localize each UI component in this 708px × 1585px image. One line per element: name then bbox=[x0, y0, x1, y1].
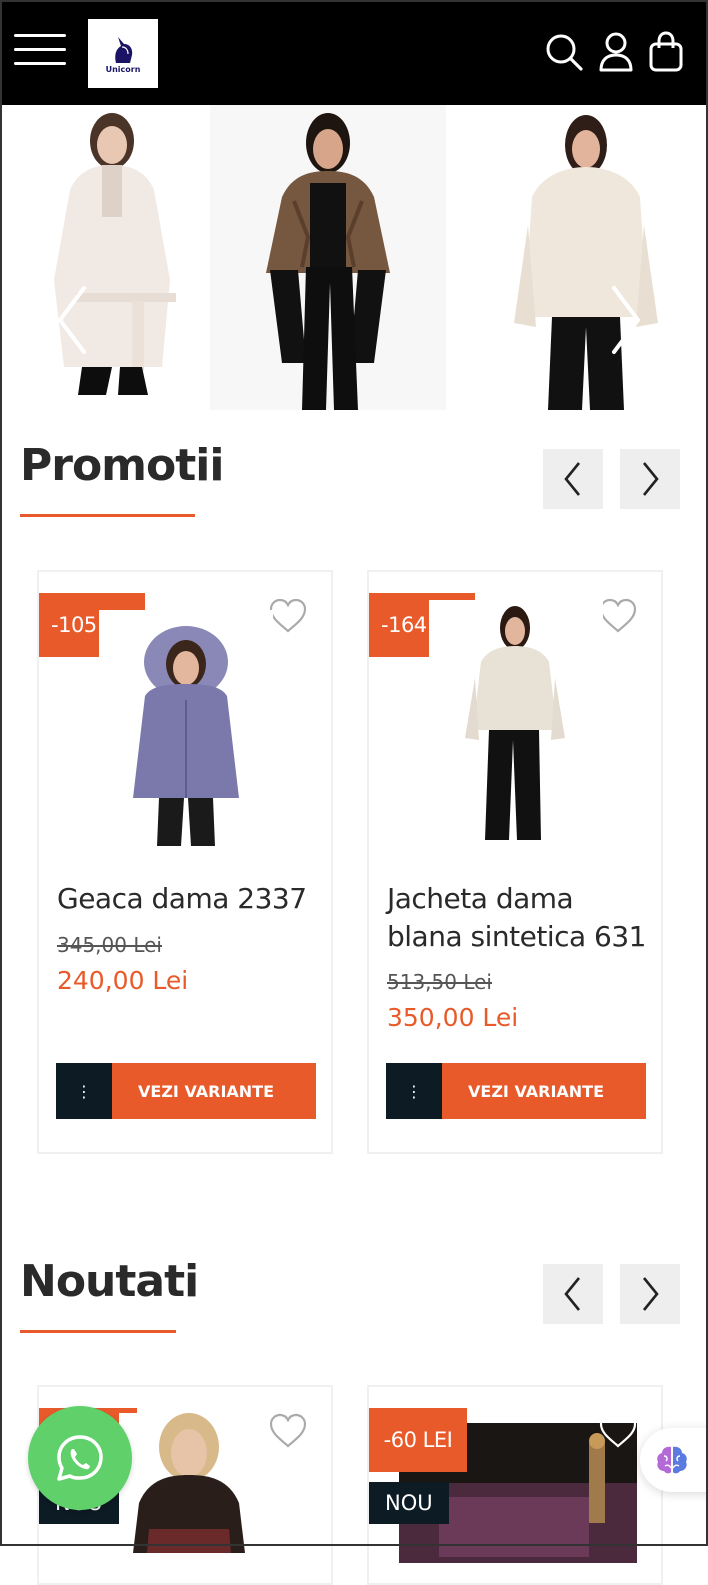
hero-next-arrow-icon[interactable] bbox=[606, 280, 646, 360]
product-card[interactable]: -164 LEI Jacheta dama blana sintetica 63… bbox=[367, 570, 663, 1154]
product-image bbox=[99, 610, 273, 848]
menu-icon[interactable] bbox=[14, 32, 68, 68]
hero-slide-brown-fur bbox=[210, 105, 446, 410]
heart-icon[interactable] bbox=[268, 598, 308, 634]
whatsapp-button[interactable] bbox=[28, 1406, 132, 1510]
shopping-bag-icon[interactable] bbox=[646, 30, 686, 74]
whatsapp-icon bbox=[57, 1435, 103, 1481]
heart-icon[interactable] bbox=[598, 598, 638, 634]
old-price: 513,50 Lei bbox=[387, 970, 492, 994]
product-image bbox=[429, 600, 603, 848]
logo[interactable]: Unicorn bbox=[88, 19, 158, 88]
title-underline bbox=[20, 514, 195, 517]
noutati-prev-button[interactable] bbox=[543, 1264, 603, 1324]
product-name-line2[interactable]: blana sintetica 631 bbox=[387, 918, 647, 956]
promotii-next-button[interactable] bbox=[620, 449, 680, 509]
section-title-promotii: Promotii bbox=[20, 440, 224, 491]
hero-prev-arrow-icon[interactable] bbox=[52, 280, 92, 360]
see-variants-button[interactable]: VEZI VARIANTE bbox=[112, 1063, 316, 1119]
brain-icon bbox=[657, 1446, 687, 1474]
old-price: 345,00 Lei bbox=[57, 933, 162, 957]
title-underline bbox=[20, 1330, 176, 1333]
product-name-line1[interactable]: Jacheta dama bbox=[387, 880, 574, 918]
product-image bbox=[119, 1413, 259, 1553]
heart-icon[interactable] bbox=[268, 1413, 308, 1449]
search-icon[interactable] bbox=[544, 30, 584, 74]
see-variants-button[interactable]: VEZI VARIANTE bbox=[442, 1063, 646, 1119]
more-options-button[interactable]: ⋮ bbox=[386, 1063, 442, 1119]
hero-slider[interactable] bbox=[0, 105, 708, 410]
hero-slide-cream-fur bbox=[514, 115, 658, 410]
more-options-button[interactable]: ⋮ bbox=[56, 1063, 112, 1119]
logo-text: Unicorn bbox=[105, 65, 141, 74]
site-header: Unicorn bbox=[0, 0, 708, 105]
heart-icon[interactable] bbox=[598, 1413, 638, 1449]
sale-price: 240,00 Lei bbox=[57, 966, 189, 995]
product-card[interactable]: -105 LEI Geaca dama 2337 345,00 Lei 240,… bbox=[37, 570, 333, 1154]
product-name[interactable]: Geaca dama 2337 bbox=[57, 880, 307, 918]
chevron-left-icon bbox=[564, 1277, 581, 1311]
hero-slide-white-coat bbox=[54, 113, 176, 395]
discount-badge: -60 LEI bbox=[369, 1408, 467, 1472]
ai-assistant-button[interactable] bbox=[640, 1428, 708, 1492]
chevron-left-icon bbox=[564, 462, 581, 496]
promotii-prev-button[interactable] bbox=[543, 449, 603, 509]
noutati-next-button[interactable] bbox=[620, 1264, 680, 1324]
chevron-right-icon bbox=[642, 462, 659, 496]
unicorn-logo-icon bbox=[115, 37, 133, 63]
chevron-right-icon bbox=[642, 1277, 659, 1311]
product-card[interactable]: -60 LEI NOU bbox=[367, 1385, 663, 1585]
sale-price: 350,00 Lei bbox=[387, 1003, 519, 1032]
new-badge: NOU bbox=[369, 1482, 449, 1524]
user-icon[interactable] bbox=[596, 30, 636, 74]
section-title-noutati: Noutati bbox=[20, 1256, 199, 1307]
